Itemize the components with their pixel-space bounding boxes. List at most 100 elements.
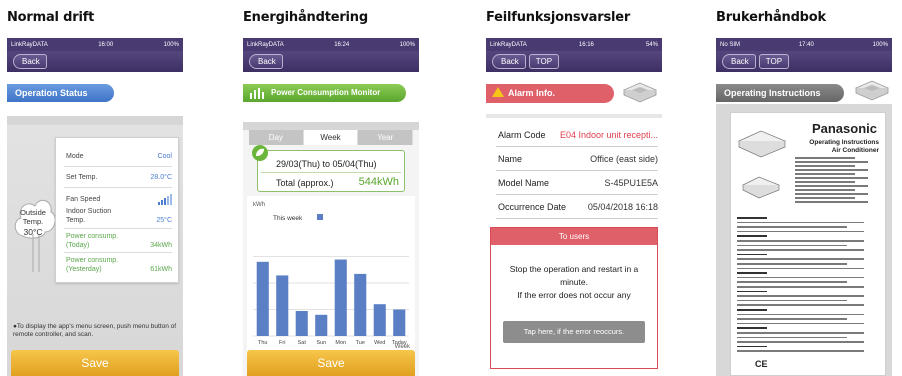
status-bar: LinkRayDATA 16:16 54%	[486, 38, 662, 51]
ce-mark: CE	[755, 359, 768, 369]
tab-day[interactable]: Day	[249, 130, 304, 145]
fan-speed-row: Fan Speed	[66, 194, 172, 205]
battery-label: 100%	[872, 41, 888, 48]
alarm-code-value: E04 Indoor unit recepti...	[559, 130, 658, 140]
mode-label: Mode	[66, 153, 84, 160]
phone-screen: LinkRayDATA 16:16 54% Back TOP Alarm Inf…	[486, 38, 662, 376]
date-range: 29/03(Thu) to 05/04(Thu)	[276, 159, 377, 169]
top-button[interactable]: TOP	[528, 54, 560, 69]
indoor-temp-label: Indoor Suction Temp.	[66, 208, 112, 224]
save-button[interactable]: Save	[11, 350, 179, 376]
unit-illustration	[738, 130, 786, 158]
doc-text-line	[737, 253, 767, 256]
x-tick-label: Mon	[335, 340, 346, 346]
doc-text-line	[795, 169, 868, 171]
clock: 16:24	[334, 41, 350, 48]
back-button[interactable]: Back	[492, 54, 526, 69]
clock: 16:00	[98, 41, 114, 48]
back-button[interactable]: Back	[13, 54, 47, 69]
doc-text-line	[737, 249, 864, 251]
doc-text-line	[737, 244, 847, 247]
tab-year[interactable]: Year	[358, 130, 414, 145]
save-button[interactable]: Save	[247, 350, 415, 376]
bar-wed	[373, 304, 386, 336]
doc-text-line	[737, 258, 864, 260]
tab-week[interactable]: Week	[303, 130, 359, 145]
alarm-code-row: Alarm Code E04 Indoor unit recepti...	[498, 130, 658, 140]
bar-sat	[295, 311, 308, 336]
top-button[interactable]: TOP	[758, 54, 790, 69]
carrier-label: LinkRayDATA	[490, 41, 527, 48]
error-reoccurs-button[interactable]: Tap here, if the error reoccurs.	[503, 321, 645, 343]
mode-row: Mode Cool	[66, 152, 172, 161]
name-value: Office (east side)	[590, 154, 658, 164]
bar-tue	[354, 273, 367, 336]
users-title: To users	[491, 228, 657, 245]
cassette-unit-icon	[623, 82, 657, 103]
name-row: Name Office (east side)	[498, 154, 658, 164]
alarm-title: Alarm Info.	[508, 88, 556, 98]
language-list	[737, 217, 881, 357]
bar-today	[393, 309, 406, 336]
doc-text-line	[737, 327, 767, 329]
section-title: Power Consumption Monitor	[243, 84, 407, 102]
fan-speed-bars-icon	[158, 194, 172, 205]
panel-caption: Feilfunksjonsvarsler	[486, 10, 631, 25]
model-value: S-45PU1E5A	[604, 178, 658, 188]
panel-normal-drift: Normal drift LinkRayDATA 16:00 100% Back…	[7, 0, 183, 376]
divider	[243, 122, 419, 130]
doc-text-line	[737, 276, 864, 279]
doc-text-line	[737, 290, 767, 293]
power-today-row: Power consump. (Today) 34kWh	[66, 232, 172, 250]
battery-label: 100%	[399, 41, 415, 48]
panel-alarm: Feilfunksjonsvarsler LinkRayDATA 16:16 5…	[486, 0, 662, 376]
doc-text-line	[737, 309, 767, 311]
back-button[interactable]: Back	[722, 54, 756, 69]
carrier-label: LinkRayDATA	[11, 41, 48, 48]
panel-caption: Energihåndtering	[243, 10, 368, 25]
outside-temp-value: 30°C	[23, 227, 43, 237]
manual-page[interactable]: Panasonic Operating Instructions Air Con…	[730, 112, 886, 376]
doc-text-line	[737, 332, 864, 334]
occurrence-label: Occurrence Date	[498, 202, 567, 212]
divider	[7, 116, 183, 125]
doc-text-line	[737, 318, 847, 320]
bar-chart-icon	[250, 88, 264, 99]
status-bar: LinkRayDATA 16:24 100%	[243, 38, 419, 51]
users-box: To users Stop the operation and restart …	[490, 227, 658, 369]
set-temp-row: Set Temp. 28.0°C	[66, 173, 172, 182]
doc-text-line	[795, 177, 868, 179]
doc-text-line	[737, 263, 847, 265]
row-divider	[496, 170, 658, 171]
doc-text-line	[737, 221, 864, 224]
battery-label: 100%	[163, 41, 179, 48]
cassette-unit-icon	[855, 80, 889, 101]
power-today-label: Power consump. (Today)	[66, 233, 119, 249]
model-label: Model Name	[498, 178, 550, 188]
status-card: Mode Cool Set Temp. 28.0°C Fan Speed Ind…	[55, 137, 179, 283]
menu-note: ●To display the app's menu screen, push …	[13, 323, 177, 338]
nav-bar: Back TOP	[716, 51, 892, 72]
alarm-code-label: Alarm Code	[498, 130, 546, 140]
set-temp-value: 28.0°C	[150, 174, 172, 181]
doc-text-line	[795, 201, 868, 203]
row-divider	[64, 252, 172, 253]
x-tick-label: Sat	[298, 340, 307, 346]
doc-text-line	[737, 240, 864, 242]
nav-bar: Back	[7, 51, 183, 72]
doc-text-line	[737, 286, 864, 288]
users-message: Stop the operation and restart in a minu…	[509, 264, 639, 300]
model-row: Model Name S-45PU1E5A	[498, 178, 658, 188]
phone-screen: LinkRayDATA 16:00 100% Back Operation St…	[7, 38, 183, 376]
leaf-icon	[252, 145, 268, 161]
doc-text-line	[737, 217, 767, 219]
doc-text-line	[795, 193, 868, 195]
doc-text-line	[737, 230, 864, 233]
outside-temp-label: Outside Temp.	[20, 208, 46, 226]
back-button[interactable]: Back	[249, 54, 283, 69]
doc-text-line	[795, 185, 868, 187]
doc-text-line	[737, 272, 767, 274]
phone-screen: No SIM 17:40 100% Back TOP Operating Ins…	[716, 38, 892, 376]
fan-speed-label: Fan Speed	[66, 196, 101, 203]
row-divider	[496, 194, 658, 195]
